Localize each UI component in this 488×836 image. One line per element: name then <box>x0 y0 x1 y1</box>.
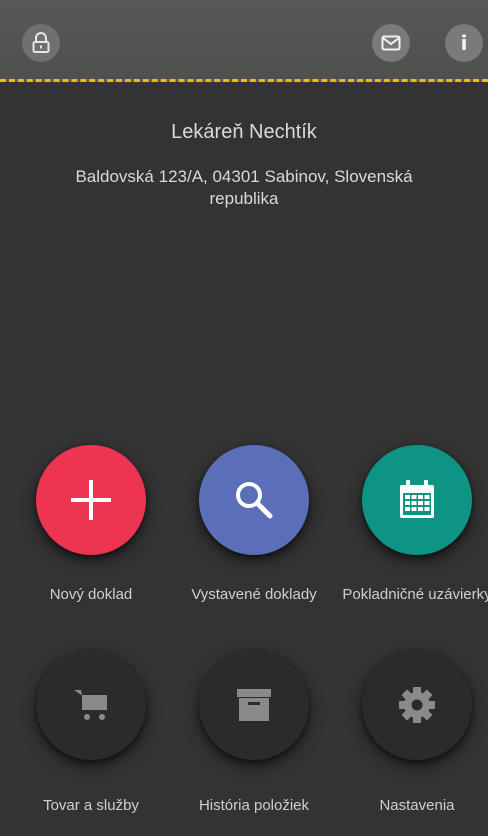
search-icon <box>236 482 273 519</box>
store-name: Lekáreň Nechtík <box>171 121 317 143</box>
lock-icon[interactable] <box>22 24 60 62</box>
issued-receipts-label: Vystavené doklady <box>191 586 317 603</box>
new-receipt-label: Nový doklad <box>49 586 133 603</box>
top-bar: i <box>0 0 488 82</box>
store-address: Baldovská 123/A, 04301 Sabinov, Slovensk… <box>75 167 413 208</box>
cash-closings-tile[interactable]: Pokladničné uzávierky <box>337 445 488 605</box>
goods-services-button[interactable] <box>36 650 146 760</box>
gear-icon <box>399 687 435 723</box>
plus-icon <box>71 480 111 520</box>
goods-services-label: Tovar a služby <box>43 797 139 814</box>
cash-closings-label: Pokladničné uzávierky <box>342 586 488 603</box>
settings-button[interactable] <box>362 650 472 760</box>
new-receipt-tile[interactable]: Nový doklad <box>11 445 171 605</box>
mail-icon[interactable] <box>372 24 410 62</box>
settings-label: Nastavenia <box>379 797 455 814</box>
issued-receipts-tile[interactable]: Vystavené doklady <box>174 445 334 605</box>
item-history-tile[interactable]: História položiek <box>174 650 334 816</box>
issued-receipts-button[interactable] <box>199 445 309 555</box>
calendar-icon <box>400 480 434 518</box>
archive-box-icon <box>237 689 271 721</box>
item-history-button[interactable] <box>199 650 309 760</box>
goods-services-tile[interactable]: Tovar a služby <box>11 650 171 816</box>
settings-tile[interactable]: Nastavenia <box>337 650 488 816</box>
item-history-label: História položiek <box>198 797 310 814</box>
info-icon[interactable]: i <box>445 24 483 62</box>
cash-closings-button[interactable] <box>362 445 472 555</box>
cart-icon <box>74 690 107 720</box>
new-receipt-button[interactable] <box>36 445 146 555</box>
